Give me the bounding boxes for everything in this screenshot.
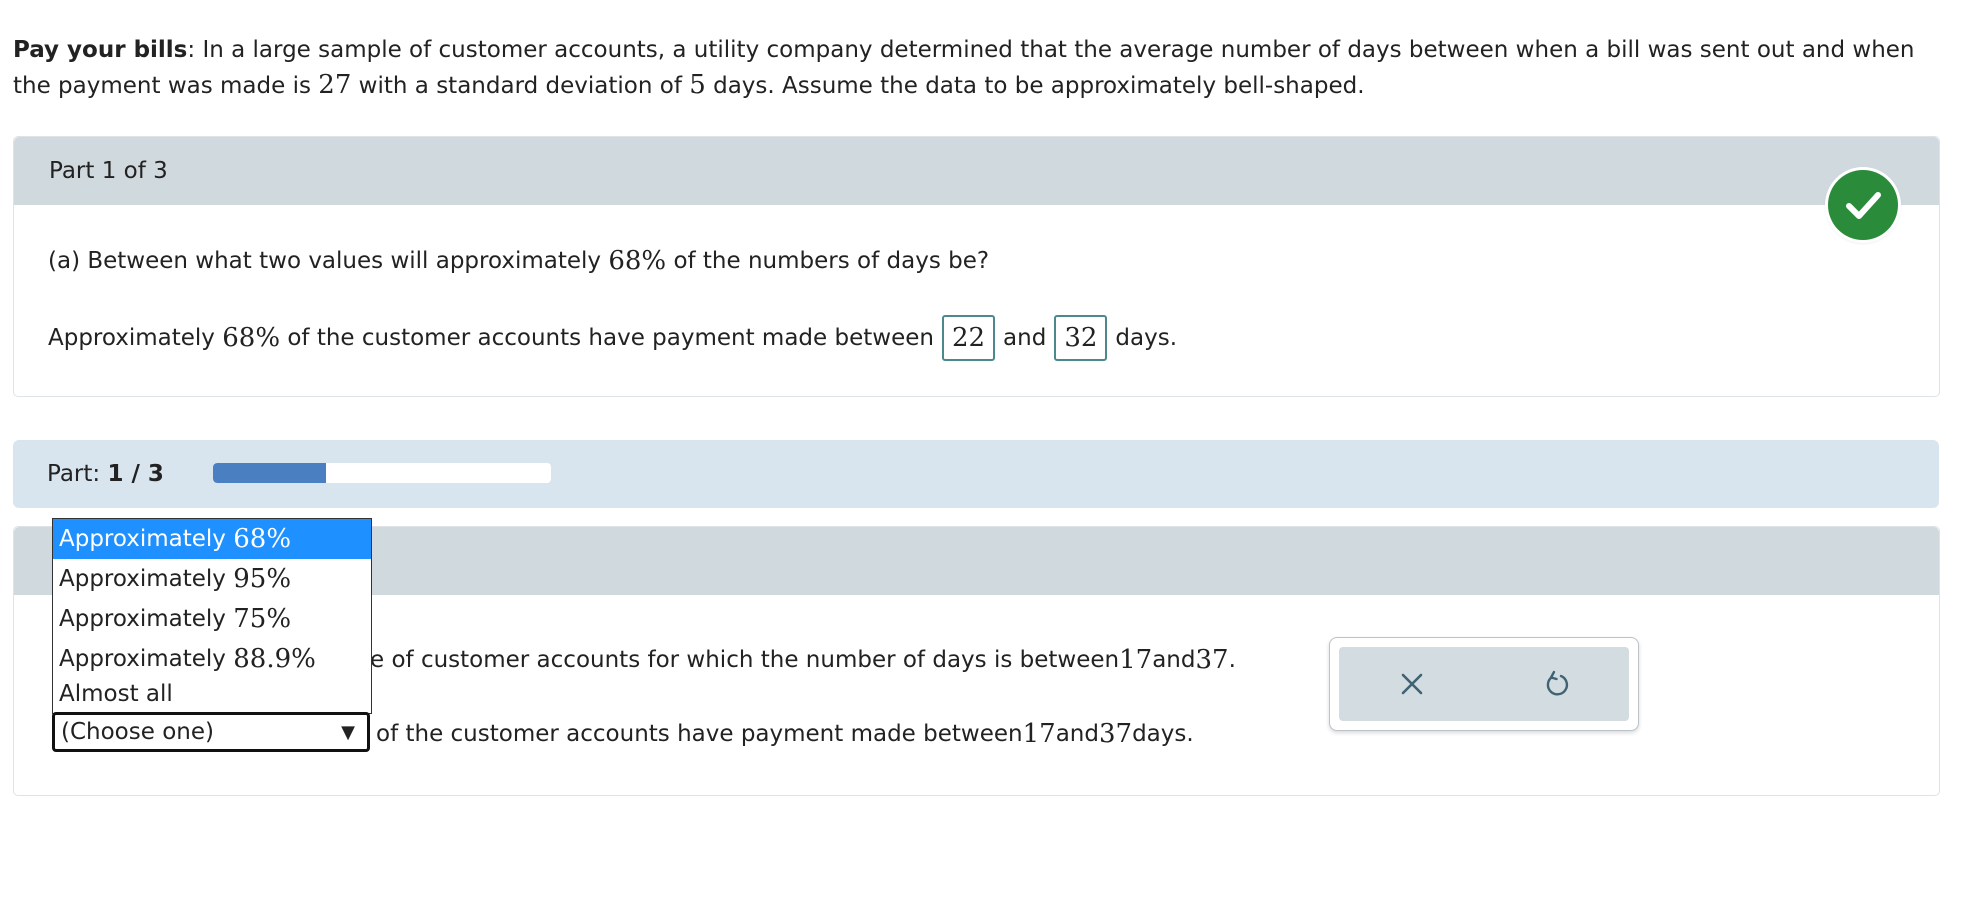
- undo-icon: [1546, 670, 1568, 696]
- part1-question: (a) Between what two values will approxi…: [48, 246, 990, 276]
- dropdown-option[interactable]: Approximately 68%: [53, 519, 371, 559]
- part1-header: Part 1 of 3: [14, 137, 1939, 205]
- dropdown-option[interactable]: Almost all: [53, 679, 371, 709]
- progress-track: [213, 463, 551, 483]
- clear-button[interactable]: [1387, 659, 1437, 709]
- lower-bound-answer[interactable]: 22: [941, 315, 996, 361]
- dropdown-option[interactable]: Approximately 88.9%: [53, 639, 371, 679]
- part2-question: e of customer accounts for which the num…: [370, 645, 1236, 675]
- mean-value: 27: [318, 70, 352, 100]
- part2-answer: of the customer accounts have payment ma…: [376, 719, 1194, 749]
- x-icon: [1401, 673, 1422, 695]
- problem-title: Pay your bills: [13, 37, 188, 63]
- part1-title: Part 1 of 3: [49, 158, 168, 184]
- sd-value: 5: [689, 70, 706, 100]
- dropdown-option[interactable]: Approximately 95%: [53, 559, 371, 599]
- part-count: 1 / 3: [107, 461, 164, 487]
- dropdown-option[interactable]: Approximately 75%: [53, 599, 371, 639]
- select-value: (Choose one): [61, 719, 214, 745]
- part1-answer: Approximately 68% of the customer accoun…: [48, 315, 1177, 361]
- correct-check-icon: [1828, 170, 1898, 240]
- upper-bound-answer[interactable]: 32: [1054, 315, 1108, 361]
- dropdown-arrow-icon: ▼: [341, 721, 355, 743]
- part-label: Part:: [47, 461, 101, 487]
- undo-button[interactable]: [1532, 659, 1582, 709]
- answer-toolbox: [1329, 637, 1639, 731]
- progress-fill: [213, 463, 326, 483]
- percentage-select[interactable]: (Choose one) ▼: [52, 712, 370, 752]
- percentage-dropdown-list[interactable]: Approximately 68% Approximately 95% Appr…: [52, 518, 372, 714]
- problem-statement: Pay your bills: In a large sample of cus…: [13, 37, 1915, 100]
- part-progress-bar: Part: 1 / 3: [13, 440, 1939, 508]
